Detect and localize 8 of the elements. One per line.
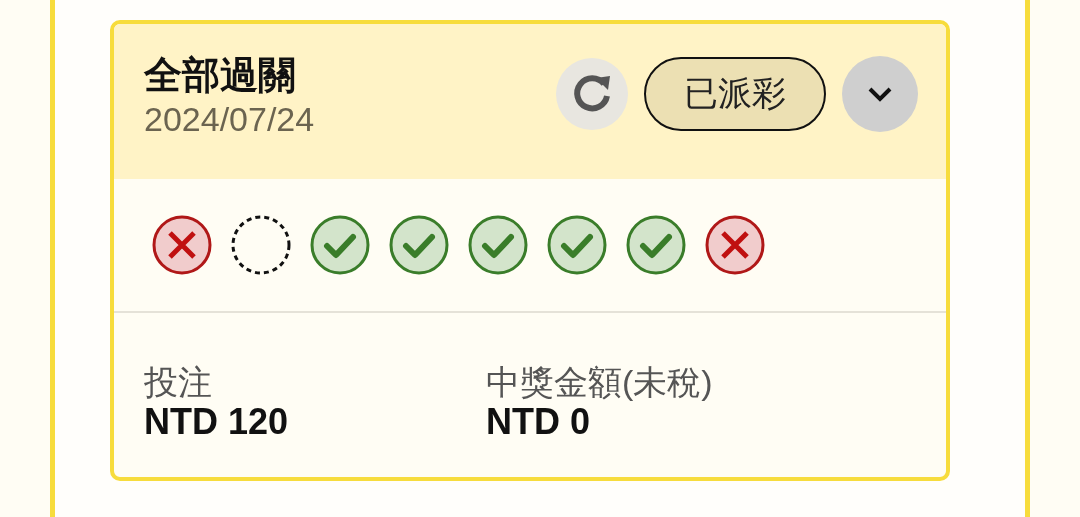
amount-label: 中獎金額(未稅)	[486, 363, 714, 401]
chevron-icon	[867, 86, 893, 102]
bet-title: 全部過關	[144, 53, 297, 98]
status-badge: 已派彩	[644, 57, 826, 131]
amount-value: NTD 120	[144, 401, 290, 443]
bet-date: 2024/07/24	[144, 99, 316, 140]
amount-value: NTD 0	[486, 401, 591, 443]
amount-label: 投注	[144, 363, 213, 401]
